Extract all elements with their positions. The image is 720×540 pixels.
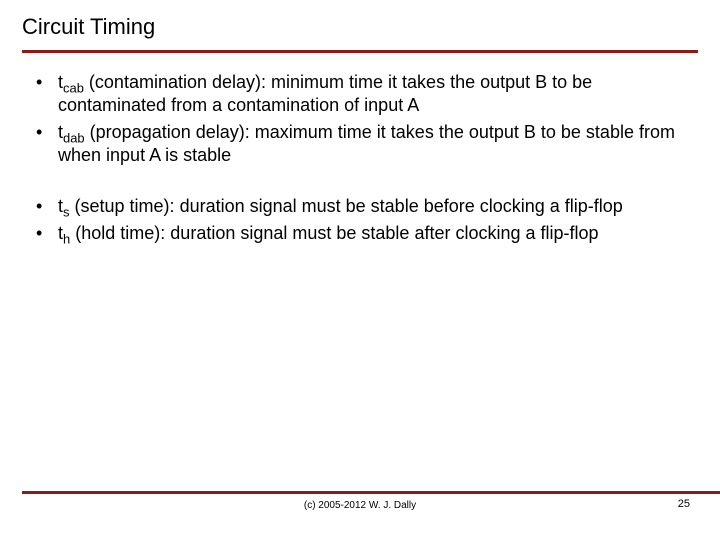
slide: Circuit Timing tcab (contamination delay… (0, 0, 720, 540)
page-number: 25 (678, 498, 690, 510)
term-subscript: h (63, 232, 70, 247)
bullet-group-2: ts (setup time): duration signal must be… (34, 195, 694, 245)
term-desc: duration signal must be stable before cl… (180, 196, 623, 216)
bullet-item: tdab (propagation delay): maximum time i… (34, 121, 694, 167)
bullet-item: ts (setup time): duration signal must be… (34, 195, 694, 218)
term-label: (setup time) (75, 196, 170, 216)
term-subscript: s (63, 205, 69, 220)
bullet-group-1: tcab (contamination delay): minimum time… (34, 71, 694, 167)
footer-row: (c) 2005-2012 W. J. Dally 25 (0, 500, 720, 518)
term-label: (contamination delay) (89, 72, 261, 92)
term-label: (propagation delay) (90, 122, 245, 142)
slide-footer: (c) 2005-2012 W. J. Dally 25 (0, 491, 720, 518)
slide-content: tcab (contamination delay): minimum time… (22, 53, 698, 245)
bullet-item: th (hold time): duration signal must be … (34, 222, 694, 245)
bullet-item: tcab (contamination delay): minimum time… (34, 71, 694, 117)
term-desc: duration signal must be stable after clo… (170, 223, 598, 243)
slide-title: Circuit Timing (22, 14, 698, 50)
term-subscript: cab (63, 81, 84, 96)
copyright-text: (c) 2005-2012 W. J. Dally (0, 500, 720, 511)
term-label: (hold time) (75, 223, 160, 243)
footer-rule (22, 491, 720, 494)
term-subscript: dab (63, 131, 85, 146)
